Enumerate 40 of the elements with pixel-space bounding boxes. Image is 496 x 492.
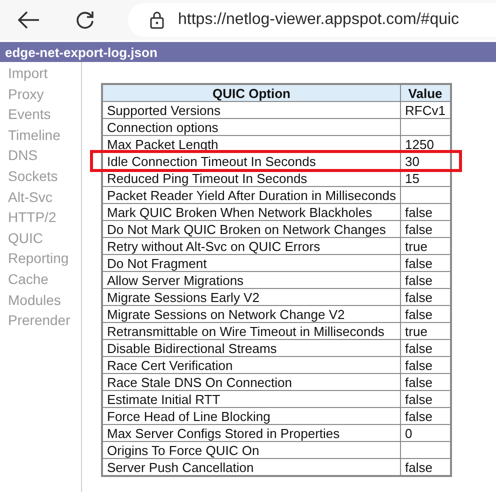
sidebar-item[interactable]: Sockets	[0, 166, 81, 187]
option-cell: Do Not Mark QUIC Broken on Network Changes	[102, 220, 401, 238]
sidebar-item[interactable]: Cache	[0, 268, 81, 290]
option-cell: Mark QUIC Broken When Network Blackholes	[102, 204, 401, 220]
option-cell: Retransmittable on Wire Timeout in Milliseconds	[102, 322, 401, 340]
sidebar-item[interactable]: HTTP/2	[0, 207, 81, 228]
sidebar-item[interactable]: Alt-Svc	[0, 186, 81, 208]
sidebar-item[interactable]: Modules	[0, 290, 81, 310]
sidebar-item[interactable]: Prerender	[0, 310, 81, 331]
option-cell: Force Head of Line Blocking	[102, 408, 401, 424]
reload-icon	[75, 10, 95, 30]
option-cell: Origins To Force QUIC On	[102, 442, 401, 458]
option-cell: Race Cert Verification	[102, 356, 401, 374]
sidebar-item[interactable]: Proxy	[0, 84, 81, 104]
option-cell: Connection options	[102, 118, 401, 136]
option-cell: Estimate Initial RTT	[102, 390, 401, 408]
sidebar-item[interactable]: Events	[0, 104, 81, 125]
column-header: Value	[400, 84, 450, 102]
option-cell: Do Not Fragment	[102, 254, 401, 272]
option-cell: Retry without Alt-Svc on QUIC Errors	[102, 238, 401, 254]
option-cell: Supported Versions	[102, 102, 401, 118]
sidebar-item[interactable]: DNS	[0, 145, 81, 166]
option-cell: Max Server Configs Stored in Properties	[102, 424, 401, 442]
option-cell: Packet Reader Yield After Duration in Milliseconds	[102, 186, 401, 204]
option-cell: Reduced Ping Timeout In Seconds	[102, 170, 401, 186]
address-bar[interactable]: https://netlog-viewer.appspot.com/#quic	[128, 3, 496, 37]
sidebar-item[interactable]: Import	[0, 63, 81, 84]
lock-icon	[150, 11, 164, 29]
option-cell: Disable Bidirectional Streams	[102, 340, 401, 356]
file-title: edge-net-export-log.json	[5, 44, 158, 60]
option-cell: Migrate Sessions on Network Change V2	[102, 306, 401, 322]
sidebar-item[interactable]: Timeline	[0, 124, 81, 146]
option-cell: Race Stale DNS On Connection	[102, 374, 401, 390]
column-header: QUIC Option	[102, 84, 401, 102]
sidebar-item[interactable]: Reporting	[0, 248, 81, 269]
option-cell: Migrate Sessions Early V2	[102, 288, 401, 306]
sidebar-item[interactable]: QUIC	[0, 228, 81, 248]
option-cell: Allow Server Migrations	[102, 272, 401, 288]
url-text: https://netlog-viewer.appspot.com/#quic	[178, 11, 460, 29]
back-arrow-icon	[18, 11, 40, 29]
